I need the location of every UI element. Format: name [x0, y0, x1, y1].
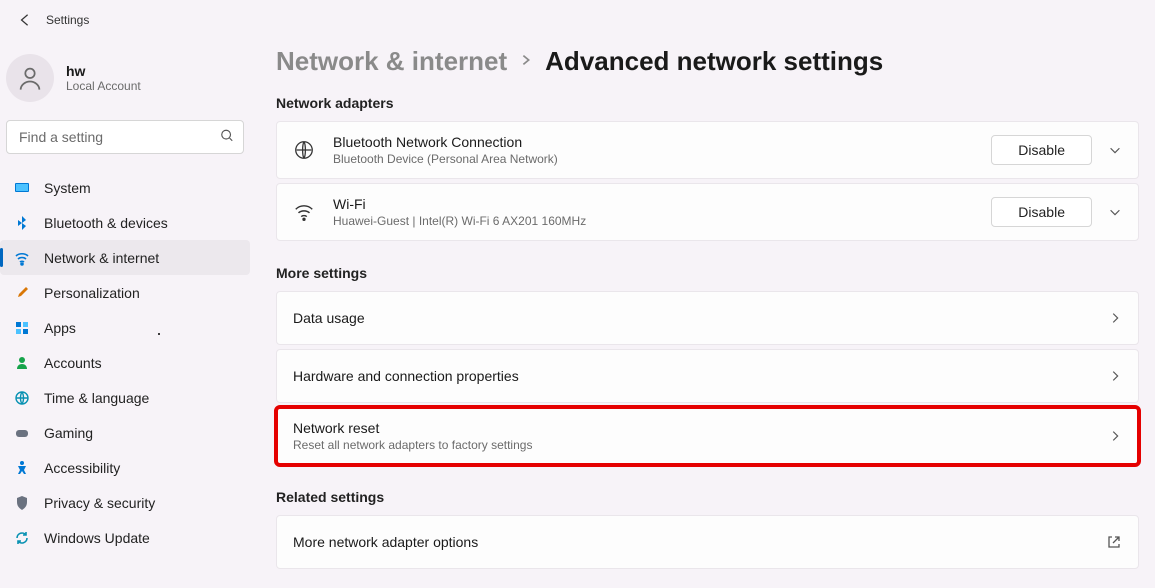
- row-more-adapter-options[interactable]: More network adapter options: [276, 515, 1139, 569]
- sidebar-item-label: Accounts: [44, 355, 102, 371]
- gaming-icon: [14, 425, 30, 441]
- row-label: Network reset: [293, 420, 1108, 436]
- sidebar-item-label: Network & internet: [44, 250, 159, 266]
- sidebar-item-gaming[interactable]: Gaming: [0, 415, 250, 450]
- accessibility-icon: [14, 460, 30, 476]
- sidebar-item-label: Bluetooth & devices: [44, 215, 168, 231]
- sidebar-item-accessibility[interactable]: Accessibility: [0, 450, 250, 485]
- sidebar-item-label: Gaming: [44, 425, 93, 441]
- sidebar-item-label: Personalization: [44, 285, 140, 301]
- title-bar: Settings: [0, 0, 1155, 40]
- row-label: Hardware and connection properties: [293, 368, 1108, 384]
- brush-icon: [14, 285, 30, 301]
- section-title-more: More settings: [276, 265, 1139, 281]
- disable-button[interactable]: Disable: [991, 197, 1092, 227]
- sidebar-item-label: Time & language: [44, 390, 149, 406]
- row-network-reset[interactable]: Network reset Reset all network adapters…: [276, 407, 1139, 465]
- row-label: Data usage: [293, 310, 1108, 326]
- sidebar-item-update[interactable]: Windows Update: [0, 520, 250, 555]
- chevron-right-icon: [1108, 311, 1122, 325]
- user-block[interactable]: hw Local Account: [0, 48, 250, 120]
- sidebar-item-accounts[interactable]: Accounts: [0, 345, 250, 380]
- sidebar-item-time[interactable]: Time & language: [0, 380, 250, 415]
- row-label: More network adapter options: [293, 534, 1106, 550]
- section-title-related: Related settings: [276, 489, 1139, 505]
- sidebar-item-label: Privacy & security: [44, 495, 155, 511]
- row-data-usage[interactable]: Data usage: [276, 291, 1139, 345]
- search-icon: [220, 129, 234, 146]
- update-icon: [14, 530, 30, 546]
- sidebar-item-system[interactable]: System: [0, 170, 250, 205]
- adapter-title: Bluetooth Network Connection: [333, 134, 973, 150]
- shield-icon: [14, 495, 30, 511]
- sidebar-item-label: Windows Update: [44, 530, 150, 546]
- system-icon: [14, 180, 30, 196]
- chevron-down-icon[interactable]: [1108, 205, 1122, 219]
- sidebar: hw Local Account System Bluetooth & devi…: [0, 40, 260, 573]
- user-name: hw: [66, 63, 141, 79]
- decorative-dot: [158, 333, 160, 335]
- search-input[interactable]: [6, 120, 244, 154]
- sidebar-item-bluetooth[interactable]: Bluetooth & devices: [0, 205, 250, 240]
- row-subtitle: Reset all network adapters to factory se…: [293, 438, 1108, 452]
- sidebar-item-label: System: [44, 180, 91, 196]
- sidebar-item-label: Accessibility: [44, 460, 120, 476]
- adapter-subtitle: Huawei-Guest | Intel(R) Wi-Fi 6 AX201 16…: [333, 214, 973, 228]
- search-wrap: [6, 120, 244, 154]
- row-hardware-props[interactable]: Hardware and connection properties: [276, 349, 1139, 403]
- disable-button[interactable]: Disable: [991, 135, 1092, 165]
- bluetooth-network-icon: [293, 139, 315, 161]
- breadcrumb-parent[interactable]: Network & internet: [276, 46, 507, 77]
- sidebar-item-privacy[interactable]: Privacy & security: [0, 485, 250, 520]
- sidebar-item-personalization[interactable]: Personalization: [0, 275, 250, 310]
- sidebar-item-apps[interactable]: Apps: [0, 310, 250, 345]
- adapter-row-wifi[interactable]: Wi-Fi Huawei-Guest | Intel(R) Wi-Fi 6 AX…: [276, 183, 1139, 241]
- chevron-down-icon[interactable]: [1108, 143, 1122, 157]
- chevron-right-icon: [1108, 429, 1122, 443]
- main-content: Network & internet Advanced network sett…: [260, 40, 1155, 573]
- apps-icon: [14, 320, 30, 336]
- adapter-row-bluetooth[interactable]: Bluetooth Network Connection Bluetooth D…: [276, 121, 1139, 179]
- wifi-icon: [293, 201, 315, 223]
- chevron-right-icon: [1108, 369, 1122, 383]
- user-subtitle: Local Account: [66, 79, 141, 93]
- adapter-title: Wi-Fi: [333, 196, 973, 212]
- breadcrumb: Network & internet Advanced network sett…: [276, 46, 1139, 77]
- accounts-icon: [14, 355, 30, 371]
- page-title: Advanced network settings: [545, 46, 883, 77]
- open-external-icon: [1106, 534, 1122, 550]
- sidebar-item-label: Apps: [44, 320, 76, 336]
- wifi-icon: [14, 250, 30, 266]
- adapter-subtitle: Bluetooth Device (Personal Area Network): [333, 152, 973, 166]
- globe-icon: [14, 390, 30, 406]
- sidebar-item-network[interactable]: Network & internet: [0, 240, 250, 275]
- back-button[interactable]: [18, 13, 32, 27]
- app-title: Settings: [46, 13, 89, 27]
- chevron-right-icon: [519, 51, 533, 72]
- section-title-adapters: Network adapters: [276, 95, 1139, 111]
- bluetooth-icon: [14, 215, 30, 231]
- avatar: [6, 54, 54, 102]
